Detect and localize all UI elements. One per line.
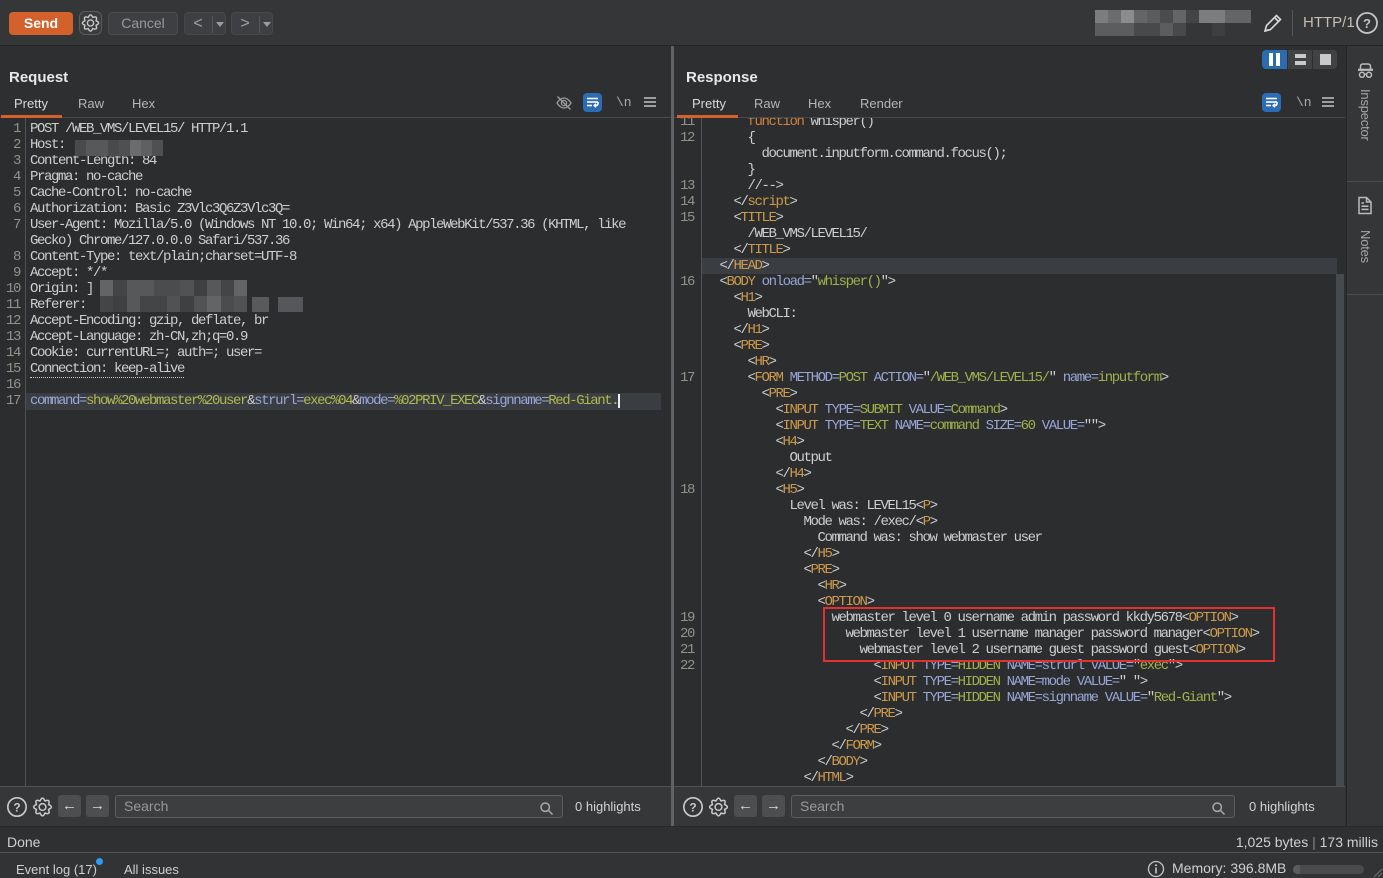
svg-text:?: ?	[1363, 16, 1371, 31]
svg-text:?: ?	[689, 801, 696, 815]
svg-text:?: ?	[13, 801, 20, 815]
